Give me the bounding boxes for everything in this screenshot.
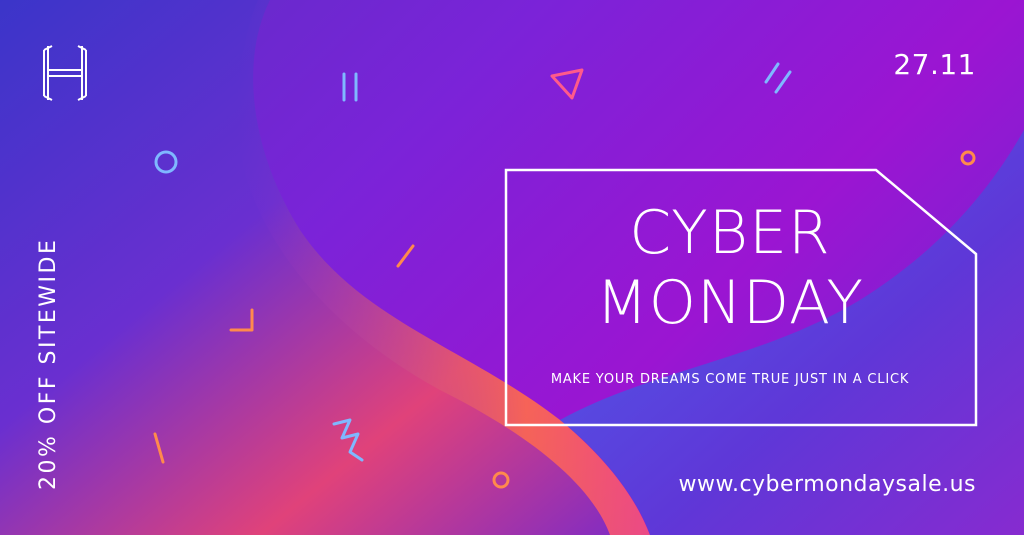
promo-banner: 27.11 20% OFF SITEWIDE CYBER MONDAY MAKE… — [0, 0, 1024, 535]
headline-line-1: CYBER — [629, 198, 831, 268]
headline: CYBER MONDAY — [520, 198, 940, 338]
website-link[interactable]: www.cybermondaysale.us — [678, 472, 976, 497]
tagline: MAKE YOUR DREAMS COME TRUE JUST IN A CLI… — [550, 372, 910, 387]
headline-line-2: MONDAY — [595, 268, 865, 338]
